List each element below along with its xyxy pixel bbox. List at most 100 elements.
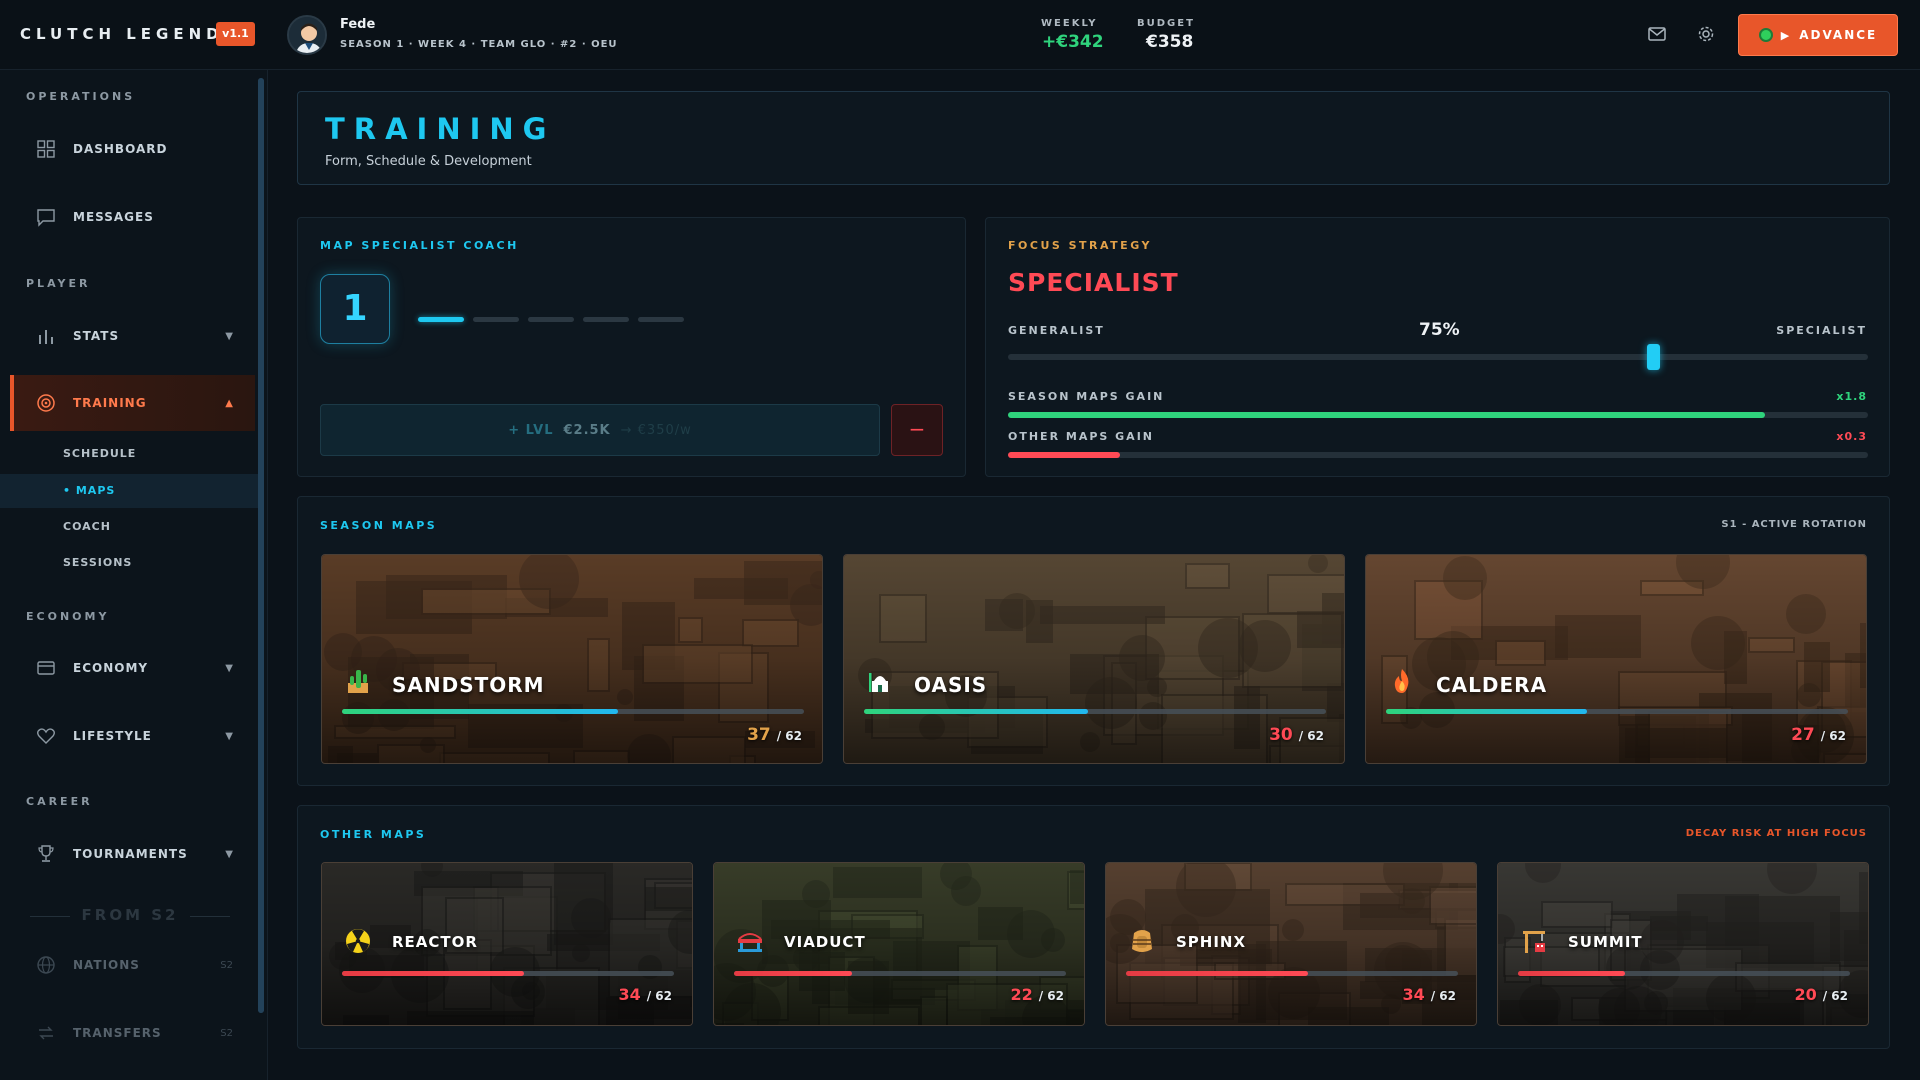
- coach-panel: MAP SPECIALIST COACH 1 + LVL €2.5K → €35…: [297, 217, 966, 477]
- player-avatar[interactable]: [287, 15, 327, 55]
- budget-label: BUDGET: [1137, 18, 1195, 29]
- season-gain-bar: [1008, 412, 1868, 418]
- sidebar-item-tournaments[interactable]: TOURNAMENTS ▼: [10, 826, 255, 882]
- sidebar-item-messages[interactable]: MESSAGES: [10, 189, 255, 245]
- chat-icon: [37, 209, 55, 227]
- bridge-icon: [736, 927, 764, 959]
- map-score: 20 / 62: [1794, 985, 1848, 1004]
- map-card-summit[interactable]: SUMMIT 20 / 62: [1497, 862, 1869, 1026]
- locked-divider: FROM S2: [30, 906, 230, 924]
- map-card-sandstorm[interactable]: SANDSTORM 37 / 62: [321, 554, 823, 764]
- sidebar-subitem-maps[interactable]: • MAPS: [63, 484, 115, 497]
- target-icon: [37, 394, 55, 412]
- weekly-label: WEEKLY: [1041, 18, 1098, 29]
- map-score-max: / 62: [1820, 729, 1846, 743]
- other-maps-note: DECAY RISK AT HIGH FOCUS: [1685, 828, 1867, 839]
- map-score-max: / 62: [1298, 729, 1324, 743]
- play-icon: ▶: [1780, 28, 1792, 42]
- top-bar: CLUTCH LEGEND v1.1 Fede SEASON 1 · WEEK …: [0, 0, 1920, 70]
- sidebar-item-label: ECONOMY: [73, 661, 149, 675]
- map-progress-bar: [342, 709, 804, 714]
- sidebar-item-label: DASHBOARD: [73, 142, 168, 156]
- map-progress-bar: [734, 971, 1066, 976]
- map-card-viaduct[interactable]: VIADUCT 22 / 62: [713, 862, 1085, 1026]
- gear-icon[interactable]: [1697, 25, 1715, 47]
- map-progress-bar: [342, 971, 674, 976]
- sidebar-item-stats[interactable]: STATS ▼: [10, 308, 255, 364]
- upgrade-weekly: → €350/w: [620, 422, 692, 438]
- map-progress-fill: [864, 709, 1088, 714]
- map-progress-fill: [1518, 971, 1626, 976]
- season-gain-mult: x1.8: [1836, 390, 1867, 403]
- map-score-max: / 62: [776, 729, 802, 743]
- map-card-sphinx[interactable]: SPHINX 34 / 62: [1105, 862, 1477, 1026]
- section-player: PLAYER: [26, 277, 91, 290]
- sidebar-subitem-active-bg: [0, 474, 258, 508]
- sidebar-scrollbar[interactable]: [258, 78, 264, 1013]
- season-maps-label: SEASON MAPS: [320, 519, 438, 532]
- sidebar-item-transfers: TRANSFERS S2: [10, 1005, 255, 1061]
- coach-label: MAP SPECIALIST COACH: [320, 239, 519, 252]
- map-name: REACTOR: [392, 933, 478, 951]
- coach-level-segment: [418, 317, 464, 322]
- coach-downgrade-button[interactable]: −: [891, 404, 943, 456]
- sidebar-subitem-schedule[interactable]: SCHEDULE: [63, 447, 136, 460]
- cactus-icon: [344, 667, 372, 699]
- other-gain-bar: [1008, 452, 1868, 458]
- transfer-icon: [39, 1026, 53, 1040]
- map-score-value: 34: [618, 985, 641, 1004]
- sidebar-subitem-coach[interactable]: COACH: [63, 520, 111, 533]
- focus-slider[interactable]: [1008, 344, 1868, 370]
- other-maps-label: OTHER MAPS: [320, 828, 427, 841]
- chevron-down-icon: ▼: [225, 730, 233, 742]
- map-score: 34 / 62: [618, 985, 672, 1004]
- sidebar-item-training[interactable]: TRAINING ▲: [10, 375, 255, 431]
- grid-icon: [37, 140, 55, 158]
- trophy-icon: [38, 845, 54, 862]
- player-meta: SEASON 1 · WEEK 4 · TEAM GLO · #2 · OEU: [340, 39, 618, 50]
- map-score-value: 30: [1269, 725, 1293, 745]
- map-score-max: / 62: [646, 989, 672, 1003]
- wallet-icon: [37, 661, 55, 675]
- fire-icon: [1388, 667, 1416, 699]
- section-economy: ECONOMY: [26, 610, 110, 623]
- advance-button[interactable]: ▶ ADVANCE: [1738, 14, 1898, 56]
- generalist-label: GENERALIST: [1008, 324, 1105, 337]
- upgrade-cost: €2.5K: [563, 422, 611, 438]
- coach-upgrade-button[interactable]: + LVL €2.5K → €350/w: [320, 404, 880, 456]
- specialist-label: SPECIALIST: [1776, 324, 1867, 337]
- globe-icon: [37, 956, 55, 974]
- map-card-reactor[interactable]: REACTOR 34 / 62: [321, 862, 693, 1026]
- chevron-down-icon: ▼: [225, 848, 233, 860]
- status-dot-icon: [1758, 28, 1773, 42]
- mosque-icon: [866, 667, 894, 699]
- map-card-oasis[interactable]: OASIS 30 / 62: [843, 554, 1345, 764]
- map-score-value: 20: [1794, 985, 1817, 1004]
- map-score: 37 / 62: [747, 725, 802, 745]
- sidebar-subitem-sessions[interactable]: SESSIONS: [63, 556, 132, 569]
- sidebar: OPERATIONS DASHBOARD MESSAGES PLAYER STA…: [0, 70, 268, 1080]
- map-score-value: 27: [1791, 725, 1815, 745]
- player-name: Fede: [340, 17, 376, 32]
- map-score: 27 / 62: [1791, 725, 1846, 745]
- sidebar-item-label: LIFESTYLE: [73, 729, 152, 743]
- sidebar-item-nations: NATIONS S2: [10, 937, 255, 993]
- sidebar-item-dashboard[interactable]: DASHBOARD: [10, 121, 255, 177]
- weekly-value: +€342: [1042, 32, 1104, 52]
- page-title: TRAINING: [325, 112, 556, 146]
- map-name: CALDERA: [1436, 673, 1548, 697]
- locked-badge: S2: [220, 1027, 233, 1039]
- advance-label: ADVANCE: [1799, 28, 1878, 42]
- focus-slider-handle[interactable]: [1647, 344, 1660, 370]
- map-card-caldera[interactable]: CALDERA 27 / 62: [1365, 554, 1867, 764]
- bars-icon: [39, 330, 53, 344]
- chevron-up-icon: ▲: [225, 397, 233, 409]
- mail-icon[interactable]: [1648, 26, 1666, 45]
- section-career: CAREER: [26, 795, 93, 808]
- map-progress-bar: [1126, 971, 1458, 976]
- map-score-max: / 62: [1038, 989, 1064, 1003]
- other-gain-fill: [1008, 452, 1120, 458]
- sidebar-item-lifestyle[interactable]: LIFESTYLE ▼: [10, 708, 255, 764]
- map-progress-bar: [864, 709, 1326, 714]
- sidebar-item-economy[interactable]: ECONOMY ▼: [10, 640, 255, 696]
